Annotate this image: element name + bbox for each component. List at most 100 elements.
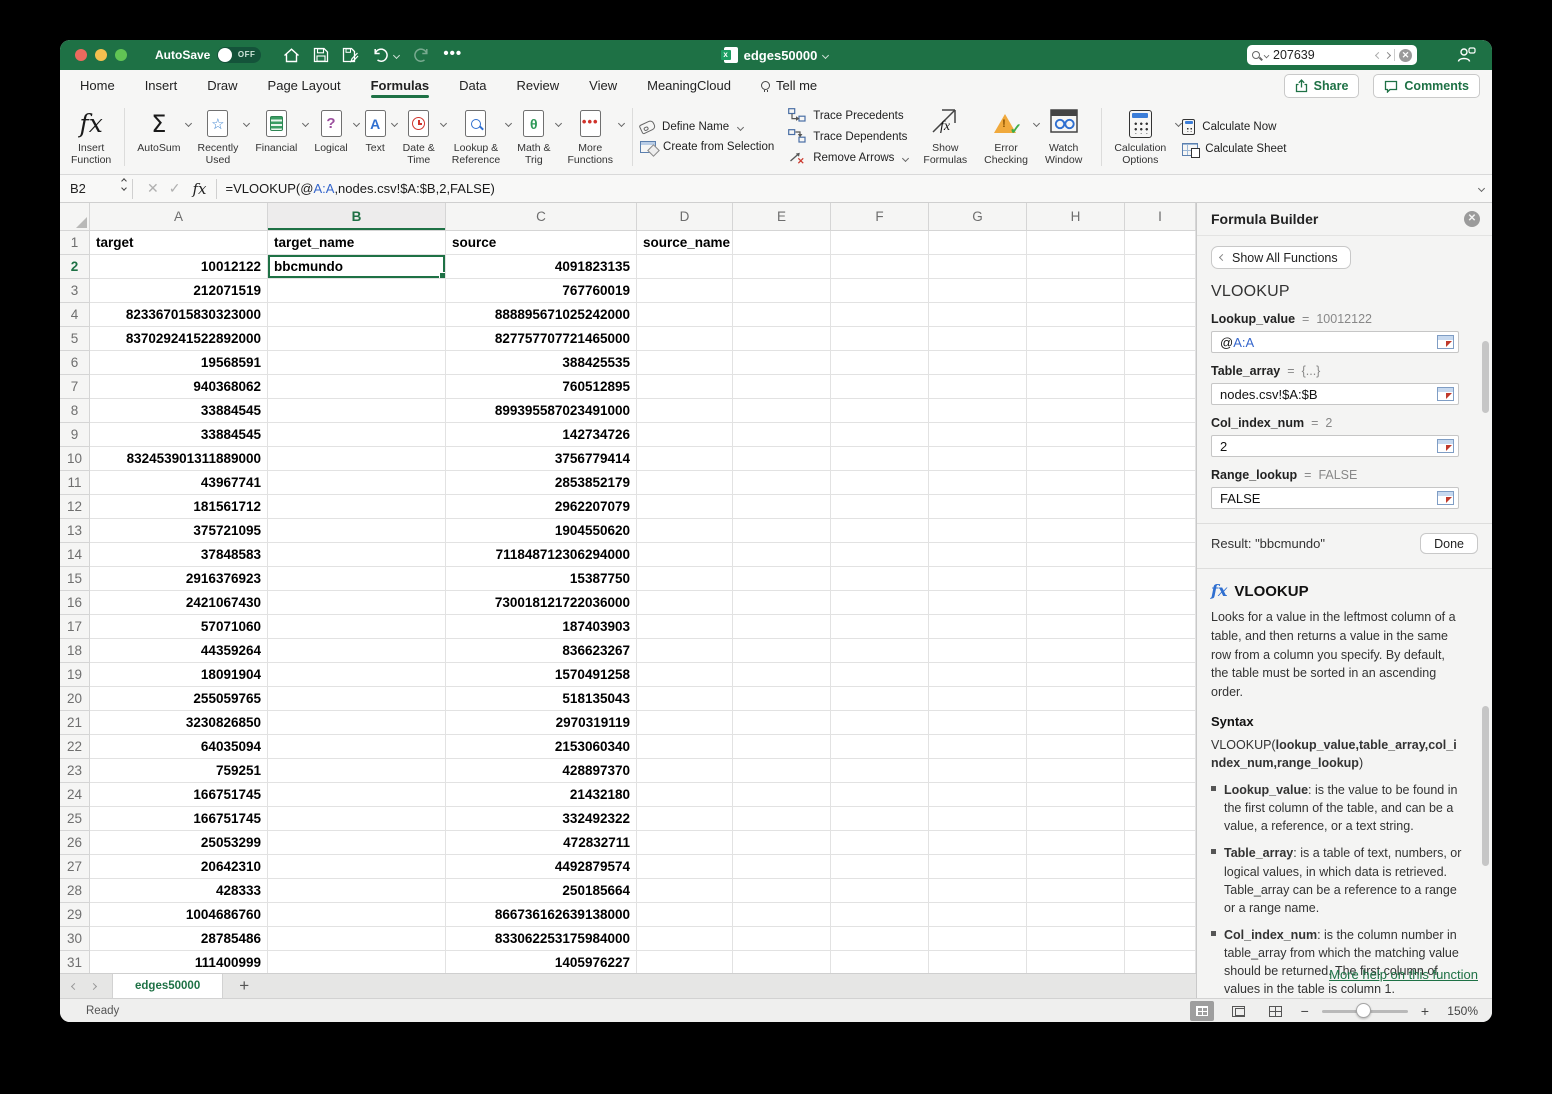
cell-D28[interactable] — [637, 879, 733, 903]
cell-B10[interactable] — [268, 447, 446, 471]
cell-H25[interactable] — [1027, 807, 1125, 831]
cell-C5[interactable]: 827757707721465000 — [446, 327, 637, 351]
cell-H22[interactable] — [1027, 735, 1125, 759]
cell-B31[interactable] — [268, 951, 446, 973]
cell-B12[interactable] — [268, 495, 446, 519]
cell-A14[interactable]: 37848583 — [90, 543, 268, 567]
cell-B24[interactable] — [268, 783, 446, 807]
cell-G24[interactable] — [929, 783, 1027, 807]
cell-I21[interactable] — [1125, 711, 1196, 735]
row-header-21[interactable]: 21 — [60, 711, 90, 735]
cell-E19[interactable] — [733, 663, 831, 687]
save-as-icon[interactable] — [342, 47, 359, 63]
cell-E14[interactable] — [733, 543, 831, 567]
cell-F15[interactable] — [831, 567, 929, 591]
zoom-slider-thumb[interactable] — [1356, 1003, 1371, 1018]
cell-C1[interactable]: source — [446, 231, 637, 255]
cell-C12[interactable]: 2962207079 — [446, 495, 637, 519]
cell-G25[interactable] — [929, 807, 1027, 831]
cell-I3[interactable] — [1125, 279, 1196, 303]
cell-B6[interactable] — [268, 351, 446, 375]
cell-G15[interactable] — [929, 567, 1027, 591]
cell-A30[interactable]: 28785486 — [90, 927, 268, 951]
cell-I10[interactable] — [1125, 447, 1196, 471]
cell-C31[interactable]: 1405976227 — [446, 951, 637, 973]
cell-H30[interactable] — [1027, 927, 1125, 951]
search-input[interactable]: 207639 — [1273, 48, 1372, 62]
cell-H8[interactable] — [1027, 399, 1125, 423]
cell-A20[interactable]: 255059765 — [90, 687, 268, 711]
cell-C24[interactable]: 21432180 — [446, 783, 637, 807]
cell-I24[interactable] — [1125, 783, 1196, 807]
cell-A25[interactable]: 166751745 — [90, 807, 268, 831]
cell-D2[interactable] — [637, 255, 733, 279]
cell-D25[interactable] — [637, 807, 733, 831]
cell-C3[interactable]: 767760019 — [446, 279, 637, 303]
tab-meaningcloud[interactable]: MeaningCloud — [647, 70, 731, 100]
cell-E25[interactable] — [733, 807, 831, 831]
cell-H9[interactable] — [1027, 423, 1125, 447]
ribbon-financial[interactable]: Financial — [250, 108, 309, 167]
cell-A8[interactable]: 33884545 — [90, 399, 268, 423]
cell-E13[interactable] — [733, 519, 831, 543]
cell-F25[interactable] — [831, 807, 929, 831]
cell-C27[interactable]: 4492879574 — [446, 855, 637, 879]
cell-E24[interactable] — [733, 783, 831, 807]
cell-B8[interactable] — [268, 399, 446, 423]
cell-D19[interactable] — [637, 663, 733, 687]
cell-F11[interactable] — [831, 471, 929, 495]
cell-G29[interactable] — [929, 903, 1027, 927]
cell-A16[interactable]: 2421067430 — [90, 591, 268, 615]
cell-H29[interactable] — [1027, 903, 1125, 927]
confirm-entry-icon[interactable]: ✓ — [169, 180, 181, 197]
cell-A19[interactable]: 18091904 — [90, 663, 268, 687]
ribbon-define-name[interactable]: Define Name — [640, 121, 774, 133]
page-break-view-icon[interactable] — [1264, 1001, 1288, 1021]
column-header-D[interactable]: D — [637, 203, 733, 231]
cell-F23[interactable] — [831, 759, 929, 783]
cell-A10[interactable]: 832453901311889000 — [90, 447, 268, 471]
cell-B14[interactable] — [268, 543, 446, 567]
cell-E8[interactable] — [733, 399, 831, 423]
cell-H26[interactable] — [1027, 831, 1125, 855]
cell-I6[interactable] — [1125, 351, 1196, 375]
ribbon-show-formulas[interactable]: fxShow Formulas — [918, 108, 979, 167]
cell-E10[interactable] — [733, 447, 831, 471]
range-picker-icon[interactable] — [1437, 335, 1454, 349]
row-header-13[interactable]: 13 — [60, 519, 90, 543]
cell-D23[interactable] — [637, 759, 733, 783]
row-header-15[interactable]: 15 — [60, 567, 90, 591]
cell-I14[interactable] — [1125, 543, 1196, 567]
close-window-button[interactable] — [75, 49, 87, 61]
cell-I23[interactable] — [1125, 759, 1196, 783]
cell-H18[interactable] — [1027, 639, 1125, 663]
cell-I19[interactable] — [1125, 663, 1196, 687]
cell-F24[interactable] — [831, 783, 929, 807]
row-header-28[interactable]: 28 — [60, 879, 90, 903]
cell-B7[interactable] — [268, 375, 446, 399]
sheet-prev-icon[interactable] — [71, 982, 78, 989]
cell-G19[interactable] — [929, 663, 1027, 687]
row-header-20[interactable]: 20 — [60, 687, 90, 711]
cell-B1[interactable]: target_name — [268, 231, 446, 255]
cell-C4[interactable]: 888895671025242000 — [446, 303, 637, 327]
cell-G9[interactable] — [929, 423, 1027, 447]
column-header-C[interactable]: C — [446, 203, 637, 231]
cell-D21[interactable] — [637, 711, 733, 735]
cell-E22[interactable] — [733, 735, 831, 759]
ribbon-recently-used[interactable]: ☆Recently Used — [192, 108, 250, 167]
add-sheet-icon[interactable]: + — [239, 976, 249, 996]
tab-draw[interactable]: Draw — [207, 70, 237, 100]
cell-C11[interactable]: 2853852179 — [446, 471, 637, 495]
cell-C22[interactable]: 2153060340 — [446, 735, 637, 759]
normal-view-icon[interactable] — [1190, 1001, 1214, 1021]
cell-B27[interactable] — [268, 855, 446, 879]
cell-I11[interactable] — [1125, 471, 1196, 495]
cell-I1[interactable] — [1125, 231, 1196, 255]
cell-F19[interactable] — [831, 663, 929, 687]
cell-D8[interactable] — [637, 399, 733, 423]
cell-H20[interactable] — [1027, 687, 1125, 711]
cell-E26[interactable] — [733, 831, 831, 855]
cell-D27[interactable] — [637, 855, 733, 879]
cell-I17[interactable] — [1125, 615, 1196, 639]
